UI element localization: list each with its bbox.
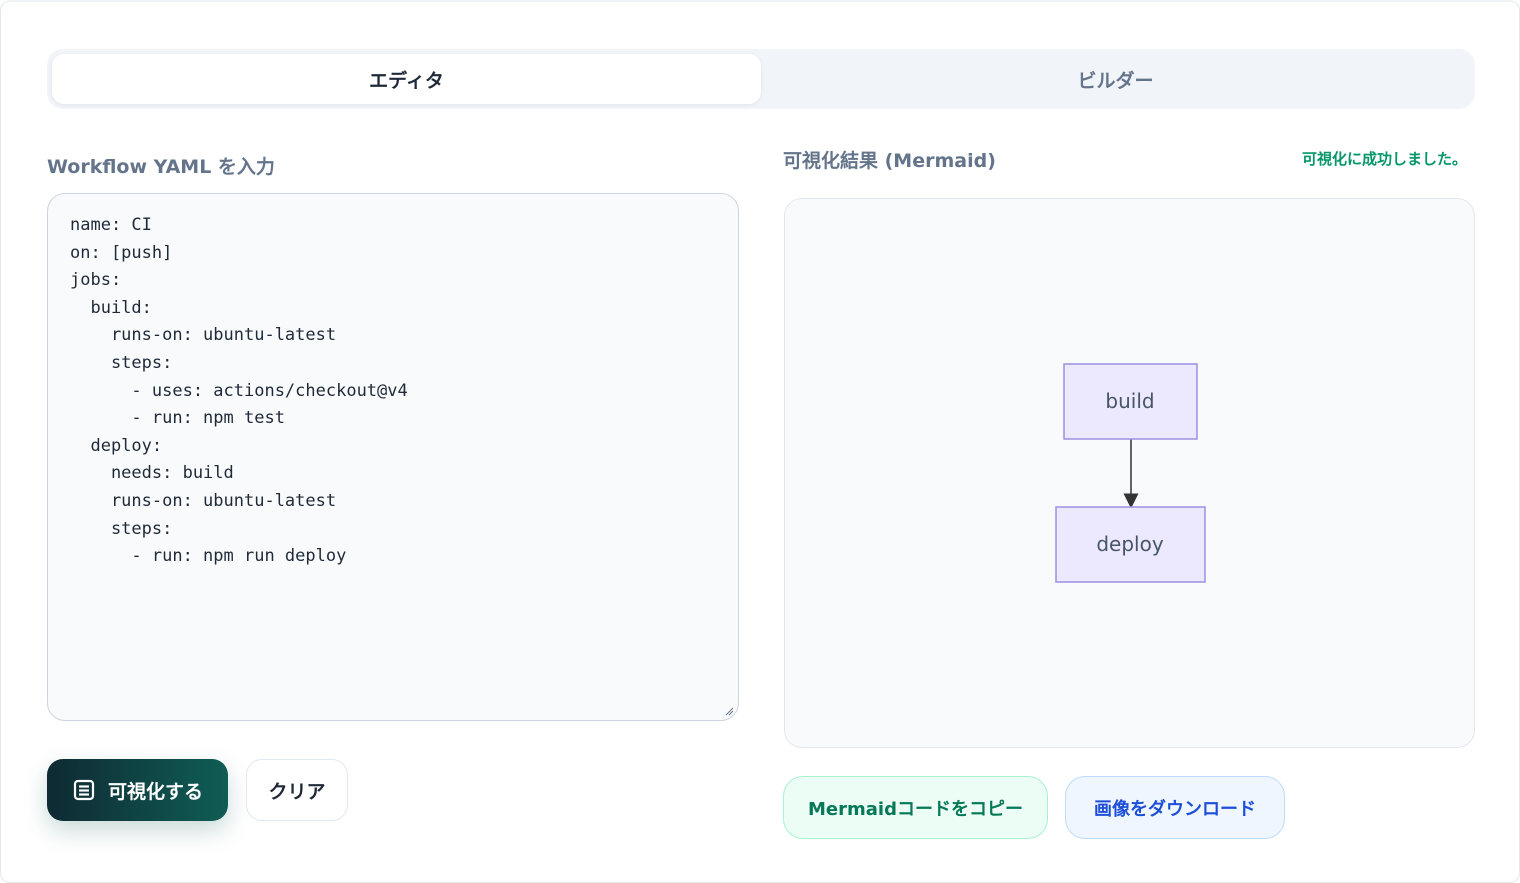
node-deploy: deploy	[1055, 506, 1206, 583]
diagram-preview: build deploy	[784, 198, 1475, 748]
mode-tabs: エディタ ビルダー	[47, 49, 1475, 109]
resize-handle-icon[interactable]	[724, 706, 734, 716]
tab-editor[interactable]: エディタ	[52, 54, 761, 104]
status-message: 可視化に成功しました。	[1301, 150, 1467, 168]
yaml-textarea[interactable]: name: CI on: [push] jobs: build: runs-on…	[47, 193, 739, 721]
copy-mermaid-button[interactable]: Mermaidコードをコピー	[783, 776, 1048, 839]
node-label: build	[1105, 389, 1154, 413]
app-window: エディタ ビルダー Workflow YAML を入力 可視化結果 (Merma…	[0, 0, 1520, 883]
mermaid-diagram: build deploy	[1055, 363, 1206, 583]
visualize-button[interactable]: 可視化する	[47, 759, 228, 821]
download-image-button[interactable]: 画像をダウンロード	[1065, 776, 1285, 839]
yaml-code[interactable]: name: CI on: [push] jobs: build: runs-on…	[70, 212, 716, 571]
clear-button[interactable]: クリア	[246, 759, 348, 821]
editor-label: Workflow YAML を入力	[47, 156, 275, 178]
preview-label: 可視化結果 (Mermaid)	[783, 150, 996, 172]
node-build: build	[1063, 363, 1198, 440]
node-label: deploy	[1096, 532, 1163, 556]
visualize-label: 可視化する	[107, 780, 203, 803]
document-list-icon	[73, 779, 95, 801]
tab-builder[interactable]: ビルダー	[761, 54, 1470, 104]
